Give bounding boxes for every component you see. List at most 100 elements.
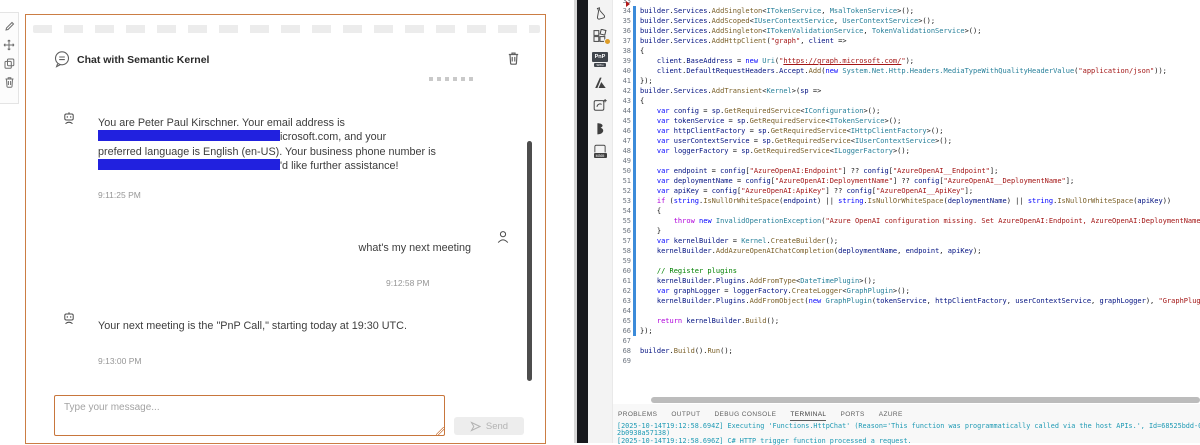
panel-tab-azure[interactable]: AZURE	[879, 411, 903, 421]
code-line: 39 client.BaseAddress = new Uri("https:/…	[613, 56, 1200, 66]
code-editor[interactable]: 33 34 builder.Services.AddSingleton<IToken…	[613, 0, 1200, 397]
skeleton-row	[33, 25, 540, 33]
line-number: 66	[622, 327, 631, 335]
code-line: 37 builder.Services.AddHttpClient("graph"…	[613, 36, 1200, 46]
bot-avatar-icon	[62, 111, 76, 125]
line-number: 45	[622, 117, 631, 125]
chat-clear-trash-icon[interactable]	[507, 51, 520, 65]
trash-icon[interactable]	[4, 76, 15, 88]
bot-message: You are Peter Paul Kirschner. Your email…	[98, 116, 498, 173]
panel-tab-output[interactable]: OUTPUT	[671, 411, 700, 421]
m365-icon[interactable]: M365	[592, 143, 609, 159]
user-avatar-icon	[495, 229, 511, 245]
code-line: 62 var graphLogger = loggerFactory.Creat…	[613, 286, 1200, 296]
code-line: 48 var loggerFactory = sp.GetRequiredSer…	[613, 146, 1200, 156]
line-number: 58	[622, 247, 631, 255]
code-line: 40 client.DefaultRequestHeaders.Accept.A…	[613, 66, 1200, 76]
editor-horizontal-scrollbar[interactable]	[651, 397, 1200, 403]
pnp-label: PnP	[592, 51, 608, 62]
m365-label: M365	[593, 153, 607, 158]
message-line: icrosoft.com, and your	[98, 130, 498, 144]
line-number: 63	[622, 297, 631, 305]
line-number: 48	[622, 147, 631, 155]
line-number: 54	[622, 207, 631, 215]
bottom-panel: PROBLEMS OUTPUT DEBUG CONSOLE TERMINAL PORTS…	[613, 404, 1200, 445]
panel-tab-debug-console[interactable]: DEBUG CONSOLE	[714, 411, 776, 421]
code-line: 60 // Register plugins	[613, 266, 1200, 276]
line-number: 44	[622, 107, 631, 115]
line-number: 69	[622, 357, 631, 365]
azure-icon[interactable]	[592, 74, 609, 90]
line-number: 57	[622, 237, 631, 245]
widget-toolbar	[0, 12, 19, 104]
pnp-spfx-icon[interactable]: PnP SPFx	[592, 51, 609, 67]
code-line: 52 var apiKey = config["AzureOpenAI:ApiK…	[613, 186, 1200, 196]
line-number: 55	[622, 217, 631, 225]
code-line: 44 var config = sp.GetRequiredService<IC…	[613, 106, 1200, 116]
chat-bubble-icon	[53, 50, 71, 68]
message-input[interactable]	[54, 395, 445, 436]
chat-scrollbar-thumb[interactable]	[527, 141, 532, 381]
line-number: 40	[622, 67, 631, 75]
panel-tab-terminal[interactable]: TERMINAL	[790, 411, 827, 421]
git-modified-bar	[633, 6, 636, 336]
chat-widget: Chat with Semantic Kernel You are Peter …	[25, 14, 546, 444]
code-line: 36 builder.Services.AddSingleton<ITokenVa…	[613, 26, 1200, 36]
message-line: preferred language is English (en-US). Y…	[98, 145, 436, 158]
line-number: 53	[622, 197, 631, 205]
terminal-output[interactable]: [2025-10-14T19:12:58.694Z] Executing 'Fu…	[617, 422, 1200, 445]
code-line: 41});	[613, 76, 1200, 86]
code-line: 58 kernelBuilder.AddAzureOpenAIChatCompl…	[613, 246, 1200, 256]
code-line: 43{	[613, 96, 1200, 106]
code-line: 69	[613, 356, 1200, 366]
line-number: 67	[622, 337, 631, 345]
extensions-icon[interactable]	[592, 28, 611, 45]
line-number: 64	[622, 307, 631, 315]
code-line: 51 var deploymentName = config["AzureOpe…	[613, 176, 1200, 186]
panel-tab-problems[interactable]: PROBLEMS	[618, 411, 657, 421]
line-number: 47	[622, 137, 631, 145]
redaction-block	[98, 158, 280, 170]
line-number: 68	[622, 347, 631, 355]
message-timestamp: 9:11:25 PM	[98, 190, 141, 200]
panel-tab-ports[interactable]: PORTS	[840, 411, 864, 421]
clipped-previous-timestamp	[429, 77, 473, 81]
edit-icon[interactable]	[4, 21, 15, 32]
code-line: 38{	[613, 46, 1200, 56]
redaction-block	[98, 130, 280, 142]
chat-title: Chat with Semantic Kernel	[77, 54, 210, 66]
line-number: 49	[622, 157, 631, 165]
code-line: 56 }	[613, 226, 1200, 236]
move-icon[interactable]	[3, 39, 15, 51]
git-deleted-marker	[626, 1, 630, 7]
line-number: 34	[622, 7, 631, 15]
code-line: 63 kernelBuilder.Plugins.AddFromObject(n…	[613, 296, 1200, 306]
pnp-sublabel: SPFx	[594, 62, 606, 67]
beaker-icon[interactable]	[592, 5, 609, 21]
code-line: 35 builder.Services.AddScoped<IUserContex…	[613, 16, 1200, 26]
code-line: 46 var httpClientFactory = sp.GetRequire…	[613, 126, 1200, 136]
line-number: 39	[622, 57, 631, 65]
line-number: 60	[622, 267, 631, 275]
paper-plane-icon	[470, 420, 481, 432]
message-line: You are Peter Paul Kirschner. Your email…	[98, 117, 345, 129]
bot-message: Your next meeting is the "PnP Call," sta…	[98, 320, 407, 332]
bicep-icon[interactable]	[592, 120, 609, 136]
bot-avatar-icon	[62, 311, 76, 325]
line-number: 43	[622, 97, 631, 105]
message-line: 'd like further assistance!	[98, 158, 498, 173]
window-edge	[577, 0, 588, 443]
send-button[interactable]: Send	[454, 417, 524, 435]
code-line: 49	[613, 156, 1200, 166]
line-number: 51	[622, 177, 631, 185]
code-line: 65 return kernelBuilder.Build();	[613, 316, 1200, 326]
code-line: 47 var userContextService = sp.GetRequir…	[613, 136, 1200, 146]
panel-tabs: PROBLEMS OUTPUT DEBUG CONSOLE TERMINAL PORTS…	[618, 411, 903, 421]
line-number: 59	[622, 257, 631, 265]
toolkit-icon[interactable]	[592, 97, 609, 113]
line-number: 36	[622, 27, 631, 35]
code-line: 67	[613, 336, 1200, 346]
line-number: 52	[622, 187, 631, 195]
line-number: 50	[622, 167, 631, 175]
duplicate-icon[interactable]	[4, 58, 15, 69]
